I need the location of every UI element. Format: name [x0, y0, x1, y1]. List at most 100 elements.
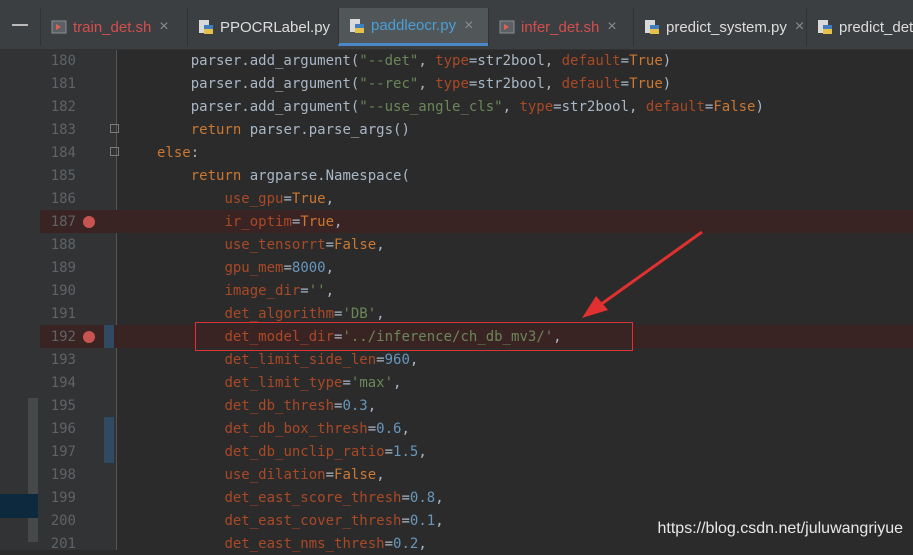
code-token: 1.5	[393, 444, 419, 460]
code-token: ,	[418, 444, 427, 460]
code-line[interactable]: 197 det_db_unclip_ratio=1.5,	[0, 440, 913, 463]
code-text: det_db_unclip_ratio=1.5,	[157, 442, 427, 462]
code-text: parser.add_argument("--rec", type=str2bo…	[157, 74, 672, 94]
code-token: ,	[409, 352, 419, 368]
code-token: ,	[325, 260, 335, 276]
code-token: False	[334, 237, 377, 253]
code-text: det_east_nms_thresh=0.2,	[157, 534, 426, 554]
code-token: "--det"	[359, 53, 419, 69]
code-line[interactable]: 181 parser.add_argument("--rec", type=st…	[0, 72, 913, 95]
python-file-icon	[349, 18, 365, 34]
code-line[interactable]: 189 gpu_mem=8000,	[0, 256, 913, 279]
code-token: =	[401, 513, 410, 529]
change-marker	[104, 325, 114, 348]
tab-paddleocr-py[interactable]: paddleocr.py ×	[338, 8, 488, 46]
code-token: )	[662, 53, 672, 69]
code-token: default	[561, 53, 621, 69]
code-token: parser.add_argument(	[157, 76, 360, 92]
code-text: det_east_score_thresh=0.8,	[157, 488, 444, 508]
code-line[interactable]: 196 det_db_box_thresh=0.6,	[0, 417, 913, 440]
code-token: det_limit_type	[224, 375, 343, 391]
code-token: parser.parse_args()	[241, 122, 410, 138]
code-line[interactable]: 198 use_dilation=False,	[0, 463, 913, 486]
code-line[interactable]: 187 ir_optim=True,	[0, 210, 913, 233]
code-token: ,	[367, 398, 377, 414]
code-text: return argparse.Namespace(	[157, 166, 410, 186]
code-token: 'max'	[350, 375, 394, 391]
code-text: image_dir='',	[157, 281, 334, 301]
code-token: ,	[334, 214, 343, 230]
tab-predict-det[interactable]: predict_det	[806, 8, 913, 46]
fold-icon[interactable]	[110, 147, 119, 156]
code-text: det_east_cover_thresh=0.1,	[157, 511, 443, 531]
line-number: 199	[50, 490, 76, 506]
code-text: det_algorithm='DB',	[157, 304, 385, 324]
line-number: 200	[50, 513, 76, 529]
code-token: det_east_cover_thresh	[224, 513, 402, 529]
close-icon[interactable]: ×	[464, 17, 473, 35]
code-line[interactable]: 183 return parser.parse_args()	[0, 118, 913, 141]
code-line[interactable]: 192 det_model_dir='../inference/ch_db_mv…	[0, 325, 913, 348]
code-token: ir_optim	[224, 214, 292, 230]
code-token: return	[190, 168, 242, 184]
fold-icon[interactable]	[110, 124, 119, 133]
tab-predict-system-py[interactable]: predict_system.py ×	[633, 8, 806, 46]
close-icon[interactable]: ×	[607, 18, 616, 36]
code-line[interactable]: 184 else:	[0, 141, 913, 164]
code-text: else:	[157, 143, 199, 163]
code-line[interactable]: 193 det_limit_side_len=960,	[0, 348, 913, 371]
code-token: 'DB'	[342, 306, 377, 322]
line-number: 189	[50, 260, 76, 276]
python-file-icon	[198, 19, 214, 35]
code-token: ,	[418, 76, 436, 92]
code-line[interactable]: 182 parser.add_argument("--use_angle_cls…	[0, 95, 913, 118]
minus-icon	[12, 23, 28, 26]
line-number: 195	[50, 398, 76, 414]
tab-train-det-sh[interactable]: train_det.sh ×	[40, 8, 187, 46]
code-token: ,	[376, 306, 385, 322]
code-line[interactable]: 195 det_db_thresh=0.3,	[0, 394, 913, 417]
code-token: ,	[325, 191, 335, 207]
breakpoint-icon[interactable]	[83, 331, 95, 343]
code-token: default	[561, 76, 621, 92]
tab-menu-button[interactable]	[0, 0, 40, 49]
code-token: True	[291, 191, 326, 207]
watermark: https://blog.csdn.net/juluwangriyue	[657, 520, 903, 537]
code-token: =str2bool,	[553, 99, 646, 115]
line-number: 182	[50, 99, 76, 115]
code-line[interactable]: 186 use_gpu=True,	[0, 187, 913, 210]
code-token: 0.8	[409, 490, 436, 506]
code-text: det_db_thresh=0.3,	[157, 396, 376, 416]
code-text: parser.add_argument("--det", type=str2bo…	[157, 51, 672, 71]
code-token: =	[342, 375, 351, 391]
line-number: 196	[50, 421, 76, 437]
code-token: "--use_angle_cls"	[359, 99, 503, 115]
code-token: =	[283, 260, 292, 276]
code-token: det_east_score_thresh	[224, 490, 402, 506]
shell-script-icon	[499, 19, 515, 35]
code-line[interactable]: 188 use_tensorrt=False,	[0, 233, 913, 256]
tab-ppocrlabel-py[interactable]: PPOCRLabel.py×	[187, 8, 347, 46]
code-token: ,	[435, 490, 444, 506]
line-number: 191	[50, 306, 76, 322]
tab-infer-det-sh[interactable]: infer_det.sh ×	[488, 8, 633, 46]
code-line[interactable]: 180 parser.add_argument("--det", type=st…	[0, 49, 913, 72]
close-icon[interactable]: ×	[159, 18, 168, 36]
code-text: det_db_box_thresh=0.6,	[157, 419, 409, 439]
code-token: =	[401, 490, 410, 506]
code-line[interactable]: 194 det_limit_type='max',	[0, 371, 913, 394]
code-text: use_dilation=False,	[157, 465, 384, 485]
breakpoint-icon[interactable]	[83, 216, 95, 228]
code-token: =str2bool,	[468, 53, 562, 69]
close-icon[interactable]: ×	[795, 18, 804, 36]
code-token: =	[384, 444, 394, 460]
code-line[interactable]: 199 det_east_score_thresh=0.8,	[0, 486, 913, 509]
code-line[interactable]: 190 image_dir='',	[0, 279, 913, 302]
code-line[interactable]: 185 return argparse.Namespace(	[0, 164, 913, 187]
code-token: 0.6	[376, 421, 402, 437]
code-line[interactable]: 191 det_algorithm='DB',	[0, 302, 913, 325]
line-number: 180	[50, 53, 76, 69]
